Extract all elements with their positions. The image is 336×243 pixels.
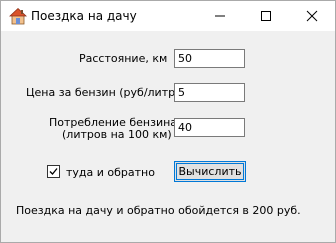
distance-label: Расстояние, км [79,52,168,65]
checkmark-icon [49,168,58,175]
minimize-icon [215,15,225,17]
minimize-button[interactable] [197,1,243,31]
price-input[interactable]: 5 [174,83,245,102]
price-label: Цена за бензин (руб/литр) [26,86,180,99]
close-button[interactable] [289,1,335,31]
title-bar[interactable]: Поездка на дачу [1,1,335,31]
roundtrip-label[interactable]: туда и обратно [66,166,155,179]
distance-input[interactable]: 50 [174,49,245,68]
result-text: Поездка на дачу и обратно обойдется в 20… [16,204,301,217]
maximize-icon [261,11,271,21]
consumption-input[interactable]: 40 [174,118,245,137]
maximize-button[interactable] [243,1,289,31]
focus-outline [176,163,244,180]
consumption-label-line2: (литров на 100 км) [62,128,172,141]
calculate-button[interactable]: Вычислить [174,161,246,182]
house-icon [9,7,27,25]
app-window: Поездка на дачу Расстояние, км 50 Цена з… [0,0,336,243]
window-title: Поездка на дачу [31,9,137,23]
close-icon [306,10,318,22]
roundtrip-checkbox[interactable] [47,165,60,178]
